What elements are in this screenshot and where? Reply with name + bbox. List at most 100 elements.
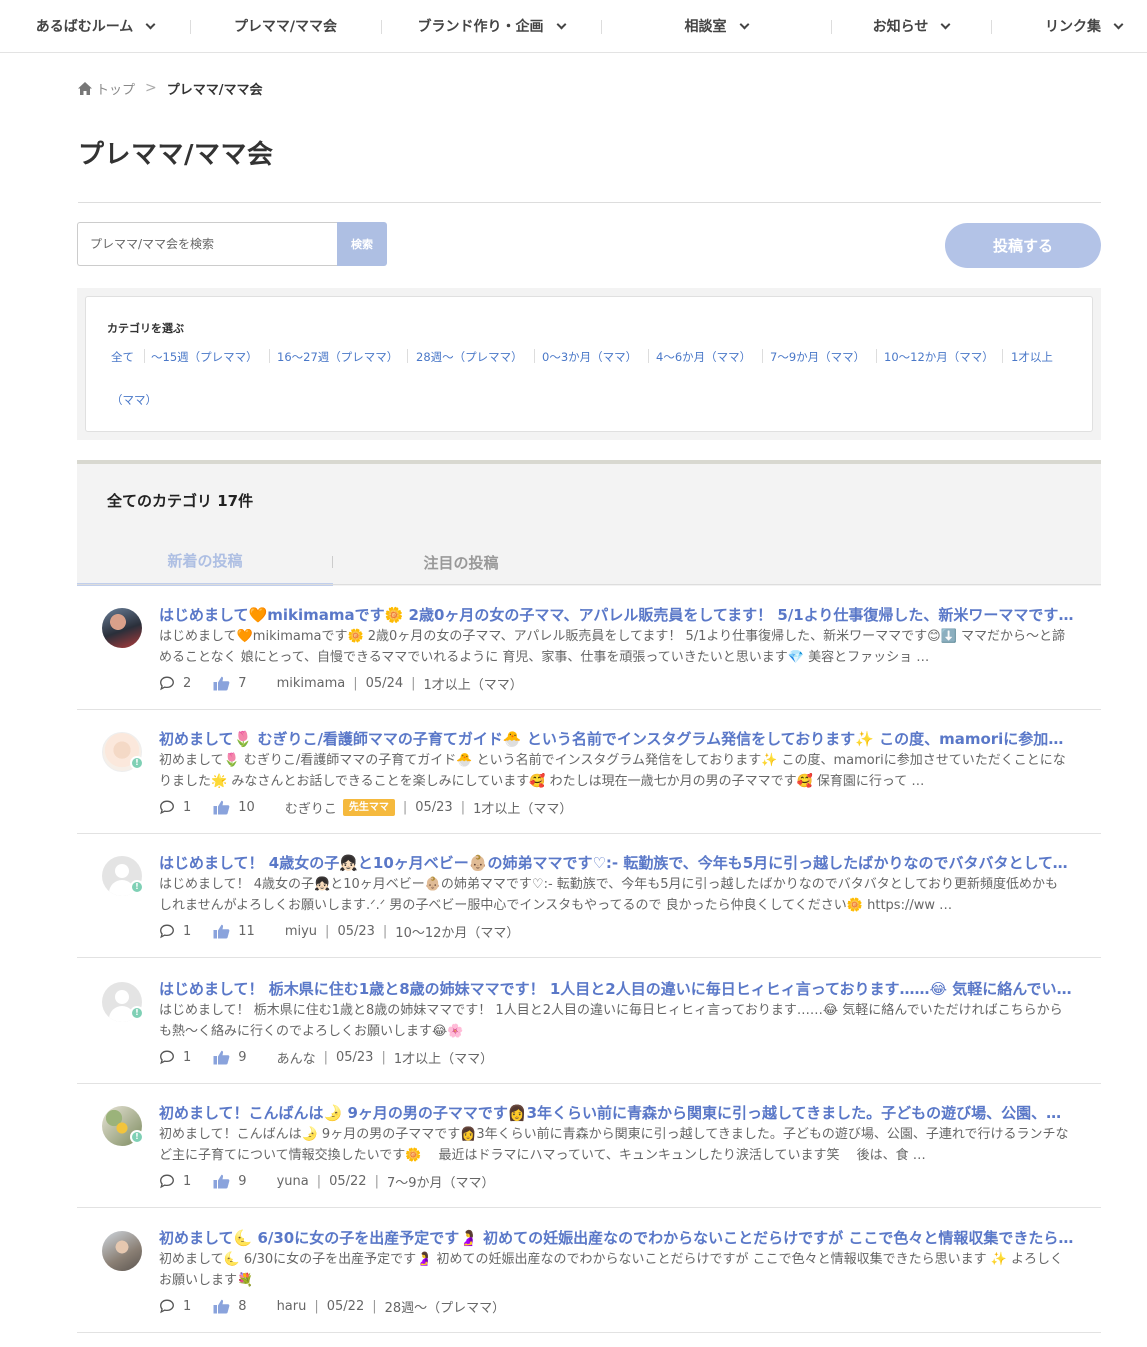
category-link-7-9m[interactable]: 7〜9か月（ママ）	[770, 349, 865, 365]
post-title[interactable]: はじめまして！ 栃木県に住む1歳と8歳の姉妹ママです！ 1人目と2人目の違いに毎…	[159, 978, 1074, 999]
post-title[interactable]: 初めまして🌜 6/30に女の子を出産予定です🤰 初めての妊娠出産なのでわからない…	[159, 1227, 1074, 1248]
post-category[interactable]: 28週〜（プレママ）	[385, 1297, 506, 1316]
thumbs-up-icon[interactable]	[213, 924, 230, 939]
thumbs-up-icon[interactable]	[213, 1174, 230, 1189]
list-item[interactable]: ! はじめまして！ 栃木県に住む1歳と8歳の姉妹ママです！ 1人目と2人目の違いに…	[77, 960, 1101, 1084]
post-meta: 1 8 haru | 05/22 | 28週〜（プレママ）	[159, 1296, 505, 1316]
tabs-divider	[77, 584, 1101, 585]
thumbs-up-icon[interactable]	[213, 1299, 230, 1314]
exclamation-badge-icon: !	[130, 756, 144, 770]
avatar[interactable]	[102, 608, 142, 648]
category-link-1y[interactable]: 1才以上	[1011, 349, 1053, 365]
post-category[interactable]: 10〜12か月（ママ）	[395, 922, 519, 941]
category-divider	[144, 349, 145, 363]
nav-label: ブランド作り・企画	[417, 19, 544, 35]
category-link-15w[interactable]: 〜15週（プレママ）	[151, 349, 258, 365]
post-category[interactable]: 7〜9か月（ママ）	[387, 1172, 495, 1191]
list-item[interactable]: 初めまして🌜 6/30に女の子を出産予定です🤰 初めての妊娠出産なのでわからない…	[77, 1209, 1101, 1333]
breadcrumb-separator: >	[145, 80, 157, 96]
list-item[interactable]: ! 初めまして🌷 むぎりこ/看護師ママの子育てガイド🐣 という名前でインスタグラム…	[77, 710, 1101, 834]
search-input[interactable]	[77, 222, 338, 266]
chevron-down-icon	[940, 19, 951, 29]
like-count: 11	[238, 923, 255, 939]
post-category[interactable]: 1才以上（ママ）	[394, 1048, 493, 1067]
meta-divider: |	[460, 799, 466, 815]
post-excerpt: 初めまして🌜 6/30に女の子を出産予定です🤰 初めての妊娠出産なのでわからない…	[159, 1252, 1064, 1288]
nav-item-premama[interactable]: プレママ/ママ会	[190, 0, 381, 52]
post-category[interactable]: 1才以上（ママ）	[473, 798, 572, 817]
post-list-header: 全てのカテゴリ 17件 新着の投稿 注目の投稿	[77, 460, 1101, 586]
category-link-1y-cont[interactable]: （ママ）	[111, 392, 157, 408]
category-divider	[648, 349, 649, 363]
category-divider	[1002, 349, 1003, 363]
post-date: 05/22	[326, 1298, 365, 1314]
comment-icon	[159, 1299, 175, 1314]
search-button[interactable]: 検索	[337, 222, 387, 266]
meta-divider: |	[381, 1049, 386, 1065]
avatar[interactable]	[102, 1231, 142, 1271]
post-author[interactable]: yuna	[277, 1174, 309, 1189]
post-date: 05/23	[337, 923, 375, 939]
post-excerpt: 初めまして！こんばんは🌛 9ヶ月の男の子ママです👩3年くらい前に青森から関東に引…	[159, 1127, 1069, 1163]
top-nav: あるばむルーム プレママ/ママ会 ブランド作り・企画 相談室 お知らせ リンク集	[0, 0, 1147, 53]
post-date: 05/24	[365, 675, 404, 691]
like-count: 9	[238, 1049, 247, 1065]
post-author[interactable]: mikimama	[277, 676, 346, 691]
nav-item-news[interactable]: お知らせ	[831, 0, 991, 52]
thumbs-up-icon[interactable]	[213, 676, 230, 691]
category-link-16-27w[interactable]: 16〜27週（プレママ）	[277, 349, 398, 365]
post-meta: 1 10 むぎりこ 先生ママ | 05/23 | 1才以上（ママ）	[159, 797, 572, 817]
category-divider	[534, 349, 535, 363]
post-date: 05/23	[335, 1049, 374, 1065]
post-author[interactable]: haru	[277, 1299, 307, 1314]
meta-divider: |	[314, 1298, 319, 1314]
category-divider	[762, 349, 763, 363]
list-item[interactable]: ! 初めまして！こんばんは🌛 9ヶ月の男の子ママです👩3年くらい前に青森から関東に…	[77, 1084, 1101, 1208]
category-link-28w[interactable]: 28週〜（プレママ）	[416, 349, 523, 365]
post-author[interactable]: miyu	[285, 924, 317, 939]
title-divider	[78, 202, 1101, 203]
post-author[interactable]: むぎりこ	[285, 798, 337, 817]
post-excerpt: はじめまして🧡mikimamaです🌼 2歳0ヶ月の女の子ママ、アパレル販売員をし…	[159, 629, 1066, 665]
comment-icon	[159, 676, 175, 691]
like-count: 10	[238, 799, 255, 815]
post-title[interactable]: はじめまして！ 4歳女の子👧🏻と10ヶ月ベビー👶🏼の姉弟ママです♡:- 転勤族で…	[159, 852, 1074, 873]
avatar-head	[115, 864, 129, 878]
like-count: 7	[238, 675, 247, 691]
home-icon	[78, 81, 92, 95]
nav-label: リンク集	[1045, 19, 1101, 35]
post-title[interactable]: はじめまして🧡mikimamaです🌼 2歳0ヶ月の女の子ママ、アパレル販売員をし…	[159, 604, 1074, 625]
comment-icon	[159, 800, 175, 815]
nav-item-links[interactable]: リンク集	[1020, 0, 1147, 52]
post-date: 05/23	[415, 799, 453, 815]
comment-count: 2	[183, 675, 192, 691]
breadcrumb-home-link[interactable]: トップ	[96, 79, 135, 98]
post-category[interactable]: 1才以上（ママ）	[424, 674, 523, 693]
post-author[interactable]: あんな	[277, 1048, 316, 1067]
thumbs-up-icon[interactable]	[213, 800, 230, 815]
breadcrumb-current: プレママ/ママ会	[166, 82, 263, 98]
chevron-down-icon	[1113, 19, 1124, 29]
comment-icon	[159, 1050, 175, 1065]
meta-divider: |	[325, 923, 330, 939]
category-link-all[interactable]: 全て	[111, 349, 134, 365]
post-title[interactable]: 初めまして🌷 むぎりこ/看護師ママの子育てガイド🐣 という名前でインスタグラム発…	[159, 728, 1074, 749]
category-link-10-12m[interactable]: 10〜12か月（ママ）	[884, 349, 994, 365]
category-link-4-6m[interactable]: 4〜6か月（ママ）	[656, 349, 751, 365]
tab-new-posts[interactable]: 新着の投稿	[77, 538, 333, 586]
nav-item-brand[interactable]: ブランド作り・企画	[381, 0, 601, 52]
tab-featured-posts[interactable]: 注目の投稿	[333, 538, 589, 586]
chevron-down-icon	[556, 19, 566, 29]
list-item[interactable]: ! はじめまして！ 4歳女の子👧🏻と10ヶ月ベビー👶🏼の姉弟ママです♡:- 転勤族…	[77, 834, 1101, 958]
nav-label: あるばむルーム	[35, 19, 134, 35]
list-item[interactable]: はじめまして🧡mikimamaです🌼 2歳0ヶ月の女の子ママ、アパレル販売員をし…	[77, 586, 1101, 710]
post-meta: 1 11 miyu | 05/23 | 10〜12か月（ママ）	[159, 921, 519, 941]
meta-divider: |	[411, 675, 416, 691]
page-title: プレママ/ママ会	[78, 140, 274, 170]
category-link-0-3m[interactable]: 0〜3か月（ママ）	[542, 349, 637, 365]
nav-item-consult[interactable]: 相談室	[601, 0, 831, 52]
nav-item-album-room[interactable]: あるばむルーム	[0, 0, 190, 52]
thumbs-up-icon[interactable]	[213, 1050, 230, 1065]
post-button[interactable]: 投稿する	[945, 223, 1101, 268]
post-title[interactable]: 初めまして！こんばんは🌛 9ヶ月の男の子ママです👩3年くらい前に青森から関東に引…	[159, 1102, 1074, 1123]
